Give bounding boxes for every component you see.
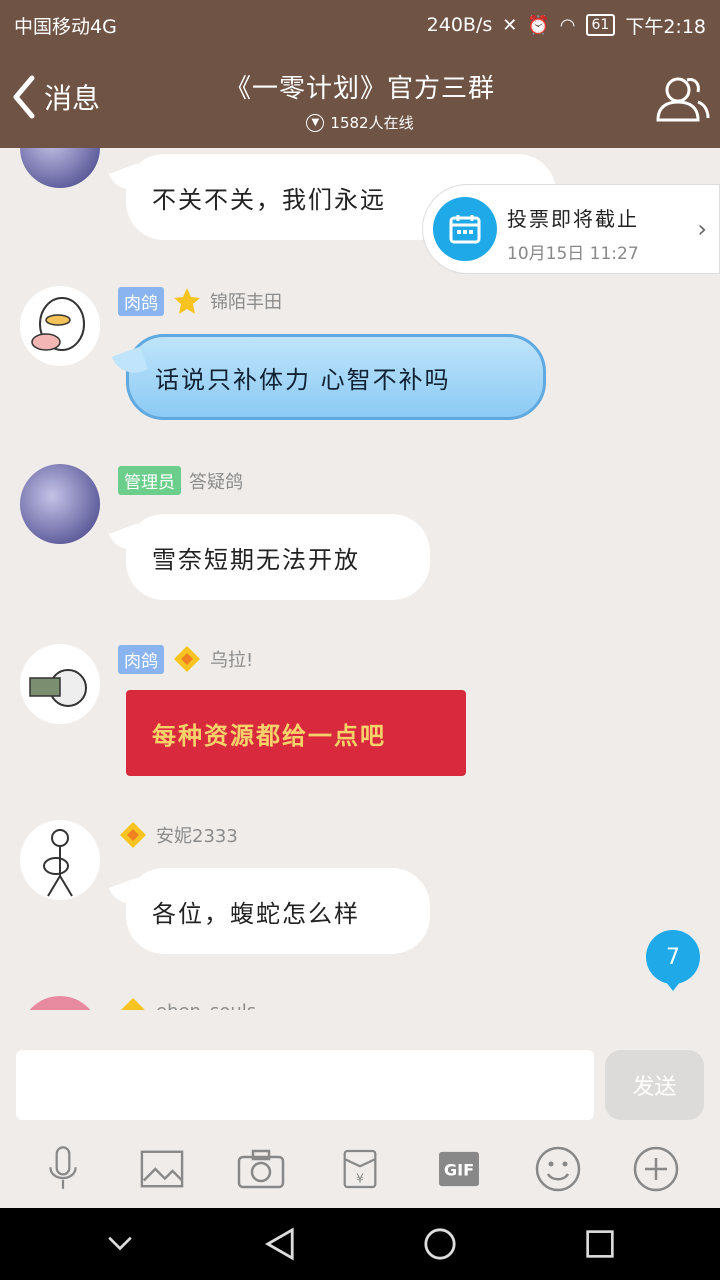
- emoji-icon[interactable]: [532, 1143, 584, 1195]
- sender-name: 安妮2333: [156, 826, 238, 847]
- input-toolbar: ¥ GIF: [0, 1130, 720, 1208]
- group-title[interactable]: 《一零计划》官方三群: [0, 68, 720, 105]
- sender-meta: 肉鸽 锦陌丰田: [118, 286, 282, 316]
- user-avatar[interactable]: [20, 148, 100, 188]
- chat-header: 消息 《一零计划》官方三群 ▼ 1582人在线: [0, 50, 720, 148]
- calendar-icon: [433, 197, 497, 261]
- mute-icon: ✕: [502, 14, 518, 36]
- diamond-icon: [120, 822, 146, 848]
- battery-indicator: 61: [585, 14, 616, 36]
- camera-icon[interactable]: [235, 1143, 287, 1195]
- image-icon[interactable]: [136, 1143, 188, 1195]
- online-count[interactable]: ▼ 1582人在线: [0, 112, 720, 133]
- admin-badge: 管理员: [118, 466, 181, 495]
- sender-meta: 管理员 答疑鸽: [118, 466, 243, 495]
- group-members-icon[interactable]: [654, 70, 710, 126]
- svg-text:¥: ¥: [356, 1171, 364, 1186]
- wifi-icon: ◠: [559, 14, 576, 36]
- status-bar: 中国移动4G 240B/s ✕ ⏰ ◠ 61 下午2:18: [0, 0, 720, 50]
- sender-name: 答疑鸽: [189, 471, 243, 493]
- user-avatar[interactable]: [20, 996, 100, 1010]
- system-nav-bar: [0, 1208, 720, 1280]
- rank-badge: 肉鸽: [118, 644, 164, 674]
- user-avatar[interactable]: [20, 820, 100, 900]
- carrier-label: 中国移动4G: [14, 15, 117, 38]
- message-bubble[interactable]: 话说只补体力 心智不补吗: [126, 334, 546, 420]
- send-button[interactable]: 发送: [605, 1050, 704, 1120]
- alarm-icon: ⏰: [527, 14, 550, 36]
- message-bubble[interactable]: 每种资源都给一点吧: [126, 690, 466, 776]
- home-circle-icon[interactable]: [418, 1222, 462, 1266]
- notice-time: 10月15日 11:27: [507, 244, 639, 264]
- rank-badge: 肉鸽: [118, 286, 164, 316]
- unread-count-badge[interactable]: 7: [646, 930, 700, 991]
- diamond-icon: [174, 646, 200, 672]
- sender-meta: ehen_souls: [118, 996, 256, 1010]
- user-avatar[interactable]: [20, 464, 100, 544]
- chat-list[interactable]: 不关不关，我们永远 肉鸽 锦陌丰田 话说只补体力 心智不补吗 管理员 答疑鸽 雪…: [0, 148, 720, 1010]
- message-bubble[interactable]: 各位，蝮蛇怎么样: [126, 868, 430, 954]
- red-packet-icon[interactable]: ¥: [334, 1143, 386, 1195]
- sender-name: 锦陌丰田: [210, 292, 282, 313]
- plus-icon[interactable]: [630, 1143, 682, 1195]
- network-speed: 240B/s: [426, 14, 493, 36]
- sender-meta: 安妮2333: [118, 820, 238, 850]
- sender-meta: 肉鸽 乌拉!: [118, 644, 253, 674]
- gif-icon[interactable]: GIF: [433, 1143, 485, 1195]
- clock: 下午2:18: [625, 15, 706, 38]
- input-row: 发送: [0, 1040, 720, 1130]
- message-input[interactable]: [16, 1050, 594, 1120]
- message-bubble[interactable]: 雪奈短期无法开放: [126, 514, 430, 600]
- user-avatar[interactable]: [20, 286, 100, 366]
- microphone-icon[interactable]: [37, 1143, 89, 1195]
- duck-avatar-icon: [20, 286, 100, 366]
- diamond-icon: [121, 998, 145, 1010]
- chevron-down-icon[interactable]: [98, 1222, 142, 1266]
- vote-notice[interactable]: 投票即将截止 10月15日 11:27 ›: [422, 184, 720, 274]
- notice-title: 投票即将截止: [507, 207, 639, 231]
- meme-avatar-icon: [20, 644, 100, 724]
- chevron-down-icon: ▼: [306, 113, 325, 132]
- guitar-avatar-icon: [20, 820, 100, 900]
- back-triangle-icon[interactable]: [258, 1222, 302, 1266]
- sender-name: 乌拉!: [210, 650, 254, 671]
- chevron-right-icon: ›: [697, 215, 707, 243]
- sender-name: ehen_souls: [156, 1001, 256, 1011]
- recents-square-icon[interactable]: [578, 1222, 622, 1266]
- star-icon: [174, 288, 200, 314]
- svg-text:GIF: GIF: [444, 1161, 474, 1180]
- user-avatar[interactable]: [20, 644, 100, 724]
